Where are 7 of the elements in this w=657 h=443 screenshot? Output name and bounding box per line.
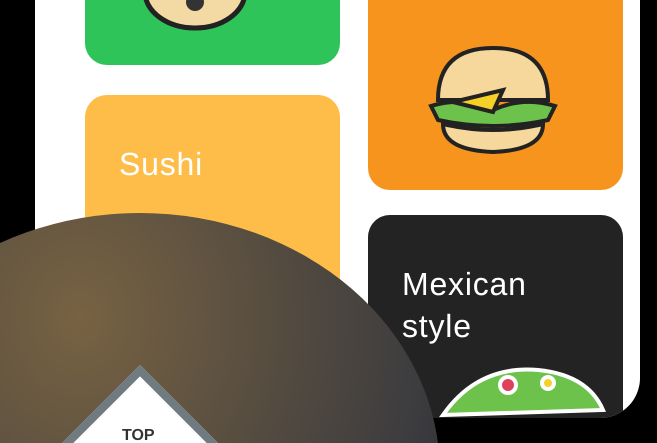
category-card[interactable] — [368, 0, 623, 190]
burger-icon — [428, 45, 558, 155]
badge-text: TOP — [122, 428, 155, 443]
category-label: Sushi — [119, 145, 204, 184]
category-label: Mexican style — [402, 265, 528, 346]
category-card[interactable] — [85, 0, 340, 65]
category-card[interactable]: Mexican style — [368, 215, 623, 418]
